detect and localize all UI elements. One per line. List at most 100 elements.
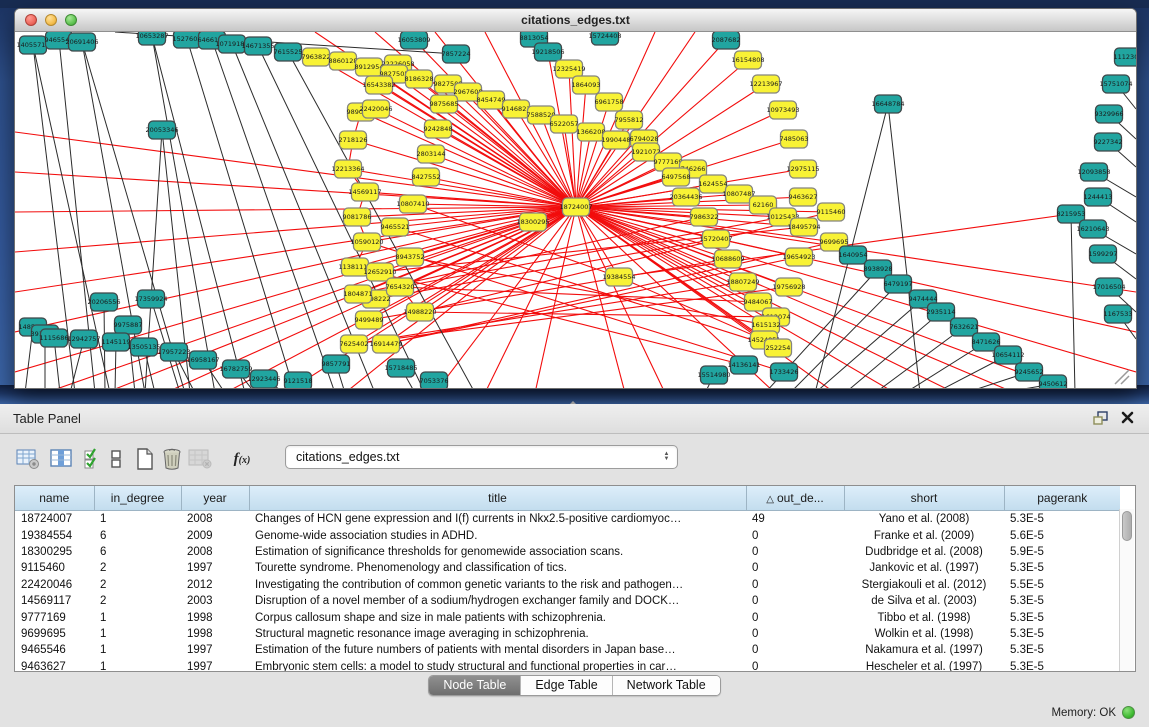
graph-node[interactable]: 22420046	[359, 100, 392, 118]
table-row[interactable]: 1872400712008Changes of HCN gene express…	[15, 511, 1120, 528]
table-row[interactable]: 969969511998Structural magnetic resonanc…	[15, 626, 1120, 642]
graph-node[interactable]: 16210643	[1076, 220, 1109, 238]
graph-node[interactable]: 9115460	[817, 203, 846, 221]
close-panel-icon[interactable]	[1120, 410, 1135, 425]
graph-node[interactable]: 9227342	[1094, 133, 1123, 151]
column-header-outde[interactable]: △out_de...	[746, 486, 844, 511]
graph-node[interactable]: 7857224	[442, 45, 471, 63]
graph-edge[interactable]	[15, 172, 576, 207]
column-header-title[interactable]: title	[249, 486, 746, 511]
table-row[interactable]: 2242004622012Investigating the contribut…	[15, 577, 1120, 593]
tab-network-table[interactable]: Network Table	[613, 676, 720, 695]
graph-node[interactable]: 8860128	[329, 52, 358, 70]
graph-node[interactable]: 1145119	[102, 333, 131, 351]
graph-node[interactable]: 16154808	[731, 51, 764, 69]
graph-node[interactable]: 9329966	[1095, 105, 1124, 123]
graph-node[interactable]: 9242848	[424, 120, 453, 138]
window-titlebar[interactable]: citations_edges.txt	[15, 9, 1136, 32]
graph-node[interactable]: 12923446	[247, 370, 280, 388]
graph-node[interactable]: 6479197	[884, 275, 913, 293]
graph-node[interactable]: 1640954	[839, 246, 868, 264]
graph-node[interactable]: 6497568	[662, 168, 691, 186]
graph-node[interactable]: 12942757	[67, 330, 100, 348]
column-header-pagerank[interactable]: pagerank	[1004, 486, 1120, 511]
graph-edge[interactable]	[875, 327, 964, 388]
graph-node[interactable]: 9975887	[114, 316, 143, 334]
graph-node[interactable]: 12975115	[786, 160, 819, 178]
graph-node[interactable]: 1167533	[1104, 305, 1133, 323]
graph-node[interactable]: 14136141	[727, 356, 760, 374]
graph-node[interactable]: 9499489	[355, 311, 384, 329]
graph-node[interactable]: 14988220	[403, 303, 436, 321]
graph-node[interactable]: 1804871	[344, 285, 373, 303]
graph-node[interactable]: 10807410	[396, 195, 429, 213]
graph-node[interactable]: 1864093	[572, 76, 601, 94]
graph-node[interactable]: 18724007	[559, 198, 592, 216]
graph-node[interactable]: 9857791	[322, 355, 351, 373]
table-vertical-scrollbar[interactable]	[1119, 509, 1134, 672]
float-panel-icon[interactable]	[1093, 411, 1109, 426]
graph-node[interactable]: 16053809	[397, 32, 430, 49]
memory-ok-indicator[interactable]	[1122, 706, 1135, 719]
graph-node[interactable]: 16648784	[871, 95, 904, 113]
table-row[interactable]: 977716911998Corpus callosum shape and si…	[15, 609, 1120, 625]
graph-node[interactable]: 9081786	[343, 208, 372, 226]
column-header-short[interactable]: short	[844, 486, 1004, 511]
graph-node[interactable]: 1733426	[770, 363, 799, 381]
graph-node[interactable]: 10654112	[991, 346, 1024, 364]
column-header-name[interactable]: name	[15, 486, 94, 511]
graph-node[interactable]: 7986322	[690, 208, 719, 226]
graph-node[interactable]: 1112304	[1114, 48, 1136, 66]
graph-edge[interactable]	[353, 140, 576, 207]
graph-node[interactable]: 14671355	[241, 37, 274, 55]
column-header-indegree[interactable]: in_degree	[94, 486, 181, 511]
graph-node[interactable]: 7963822	[302, 48, 331, 66]
graph-node[interactable]: 7485063	[780, 130, 809, 148]
row-height-button[interactable]	[106, 444, 126, 474]
graph-node[interactable]: 20206556	[87, 293, 120, 311]
graph-node[interactable]: 8943752	[396, 248, 425, 266]
graph-node[interactable]: 16543382	[362, 76, 395, 94]
table-selector-dropdown[interactable]: citations_edges.txt ▲▼	[285, 445, 678, 469]
citation-graph[interactable]: 1405571294655462069140610653287152760264…	[15, 32, 1136, 388]
graph-node[interactable]: 7654320	[386, 278, 415, 296]
select-all-checks-button[interactable]	[80, 444, 108, 474]
graph-node[interactable]: 10653287	[135, 32, 168, 45]
graph-node[interactable]: 1990448	[602, 131, 631, 149]
graph-node[interactable]: 20691406	[65, 33, 98, 51]
graph-edge[interactable]	[187, 39, 295, 388]
graph-node[interactable]: 16914479	[369, 335, 402, 353]
graph-node[interactable]: 10688609	[711, 250, 744, 268]
table-row[interactable]: 911546021997Tourette syndrome. Phenomeno…	[15, 560, 1120, 576]
graph-node[interactable]: 7615525	[274, 43, 303, 61]
graph-node[interactable]: 15720407	[699, 230, 732, 248]
graph-node[interactable]: 7053376	[420, 372, 449, 388]
graph-node[interactable]: 9463627	[789, 188, 818, 206]
graph-node[interactable]: 2935114	[927, 303, 956, 321]
graph-node[interactable]: 15718485	[384, 359, 417, 377]
resize-grip[interactable]	[1115, 370, 1129, 384]
graph-node[interactable]: 1244413	[1084, 188, 1113, 206]
graph-node[interactable]: 18807249	[726, 273, 759, 291]
column-header-year[interactable]: year	[181, 486, 249, 511]
graph-node[interactable]: 15724408	[588, 32, 621, 45]
graph-node[interactable]: 20364436	[669, 188, 702, 206]
tab-edge-table[interactable]: Edge Table	[521, 676, 612, 695]
graph-node[interactable]: 16958167	[186, 351, 219, 369]
graph-node[interactable]: 17359924	[134, 290, 167, 308]
function-builder-button[interactable]: f(x)	[222, 444, 262, 474]
graph-node[interactable]: 8186328	[405, 70, 434, 88]
graph-node[interactable]: 10973493	[766, 101, 799, 119]
graph-node[interactable]: 20053346	[145, 121, 178, 139]
graph-node[interactable]: 18495794	[787, 218, 820, 236]
graph-node[interactable]: 12213967	[749, 75, 782, 93]
graph-node[interactable]: 7625402	[340, 335, 369, 353]
network-canvas[interactable]: 1405571294655462069140610653287152760264…	[15, 32, 1136, 388]
graph-edge[interactable]	[45, 207, 576, 388]
scrollbar-thumb[interactable]	[1122, 511, 1132, 541]
table-row[interactable]: 946362711997Embryonic stem cells: a mode…	[15, 659, 1120, 672]
graph-node[interactable]: 12213364	[331, 160, 364, 178]
graph-node[interactable]: 252254	[765, 339, 792, 357]
graph-node[interactable]: 15514980	[697, 366, 730, 384]
graph-node[interactable]: 13505135	[127, 338, 160, 356]
